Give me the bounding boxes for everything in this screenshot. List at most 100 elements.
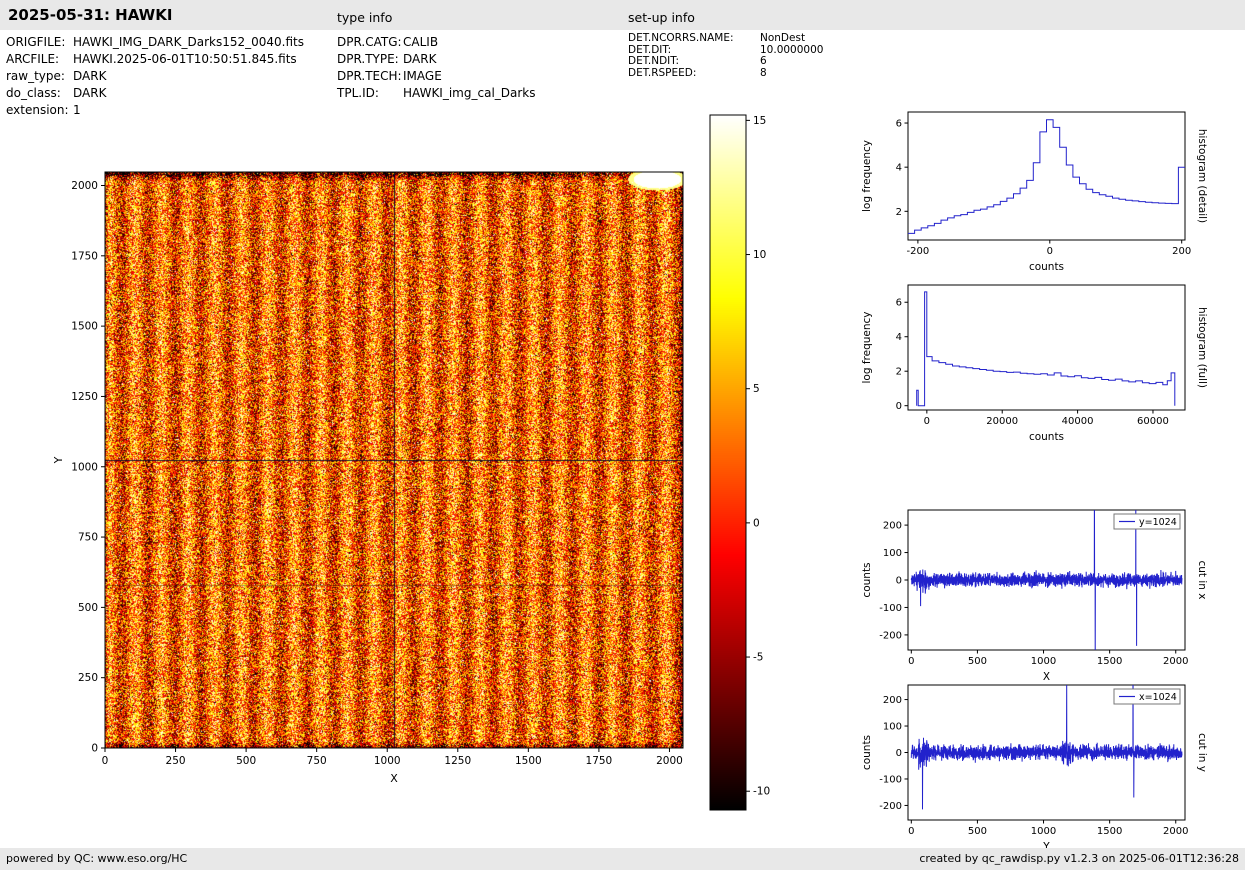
legend-label: x=1024: [1139, 692, 1177, 703]
info-label: DPR.TYPE:: [337, 52, 399, 66]
tick-label: -200: [879, 801, 902, 812]
tick-label: 1250: [71, 391, 98, 403]
tick-label: 0: [896, 401, 902, 412]
info-value: 8: [760, 66, 767, 79]
info-value: IMAGE: [403, 69, 442, 83]
tick-label: 5: [753, 383, 760, 395]
tick-label: -5: [753, 652, 763, 664]
tick-label: 2: [896, 367, 902, 378]
info-value: NonDest: [760, 32, 806, 44]
tick-label: 500: [78, 602, 98, 614]
chart-cut-in-y: 0 500 1000 1500 2000-200-1000100200Ycounts cu…: [861, 684, 1208, 853]
info-value: DARK: [403, 52, 437, 66]
info-label: ARCFILE:: [6, 52, 60, 66]
tick-label: 0: [1047, 246, 1053, 257]
tick-label: 1250: [444, 755, 471, 767]
info-row: DET.NDIT: 6: [628, 55, 823, 68]
tick-label: 20000: [986, 416, 1018, 427]
info-label: DPR.CATG:: [337, 35, 402, 49]
qc-report-page: 2025-05-31: HAWKI type info set-up info …: [0, 0, 1245, 870]
info-row: extension: 1: [6, 102, 304, 119]
info-value: 10.0000000: [760, 43, 824, 56]
tick-label: 2000: [656, 755, 683, 767]
file-info-block: ORIGFILE: HAWKI_IMG_DARK_Darks152_0040.fi…: [6, 34, 304, 119]
info-value: HAWKI_img_cal_Darks: [403, 86, 536, 100]
tick-label: 6: [896, 298, 902, 309]
tick-label: 6: [896, 119, 902, 130]
info-label: do_class:: [6, 86, 61, 100]
tick-label: 0: [908, 656, 914, 667]
chart-ylabel: counts: [861, 735, 873, 770]
tick-label: 1500: [1097, 826, 1122, 837]
legend-label: y=1024: [1139, 517, 1177, 528]
tick-label: -100: [879, 603, 902, 614]
tick-label: 0: [896, 748, 902, 759]
chart-side-label: cut in x: [1196, 560, 1208, 599]
tick-label: 60000: [1137, 416, 1169, 427]
info-row: ARCFILE: HAWKI.2025-06-01T10:50:51.845.fi…: [6, 51, 304, 68]
main-xlabel: X: [390, 772, 398, 785]
chart-histogram-full: 0 20000 40000 60000 0 2 4 6 counts log frequency h…: [861, 284, 1208, 443]
info-label: DPR.TECH:: [337, 69, 402, 83]
tick-label: 40000: [1062, 416, 1094, 427]
info-value: DARK: [73, 69, 107, 83]
colorbar-frame: [709, 114, 747, 811]
chart-xlabel: counts: [1029, 261, 1064, 273]
info-row: do_class: DARK: [6, 85, 304, 102]
chart-histogram-detail: -200 0 200 2 4 6 counts log frequency histogram …: [861, 111, 1208, 273]
colorbar-axis: 15 10 5 0 -5 -10: [709, 114, 770, 811]
footer-bar: powered by QC: www.eso.org/HC created by…: [0, 848, 1245, 870]
info-value: HAWKI.2025-06-01T10:50:51.845.fits: [73, 52, 297, 66]
type-info-block: DPR.CATG: CALIB DPR.TYPE: DARK DPR.TECH: IMAG…: [337, 34, 536, 102]
info-row: DPR.TYPE: DARK: [337, 51, 536, 68]
chart-side-label: histogram (detail): [1196, 129, 1208, 223]
tick-label: 1750: [71, 250, 98, 262]
info-value: CALIB: [403, 35, 439, 49]
tick-label: 200: [883, 695, 902, 706]
tick-label: 1500: [1097, 656, 1122, 667]
tick-label: 200: [883, 521, 902, 532]
chart-side-label: cut in y: [1196, 733, 1208, 772]
main-ylabel: Y: [52, 456, 65, 464]
tick-label: 500: [236, 755, 256, 767]
chart-ylabel: counts: [861, 562, 873, 597]
plot-frame: [907, 284, 1186, 411]
tick-label: 250: [78, 672, 98, 684]
info-value: DARK: [73, 86, 107, 100]
tick-label: 0: [102, 755, 109, 767]
info-label: raw_type:: [6, 69, 65, 83]
info-label: DET.NDIT:: [628, 55, 680, 67]
info-label: TPL.ID:: [337, 86, 379, 100]
footer-credit-left: powered by QC: www.eso.org/HC: [6, 852, 188, 865]
tick-label: 15: [753, 115, 766, 127]
chart-xlabel: counts: [1029, 431, 1064, 443]
info-value: 1: [73, 103, 81, 117]
chart-ylabel: log frequency: [861, 140, 873, 212]
tick-label: 250: [166, 755, 186, 767]
info-row: ORIGFILE: HAWKI_IMG_DARK_Darks152_0040.fi…: [6, 34, 304, 51]
info-row: DPR.TECH: IMAGE: [337, 68, 536, 85]
tick-label: 1000: [374, 755, 401, 767]
info-row: DET.RSPEED: 8: [628, 66, 823, 80]
info-label: extension:: [6, 103, 69, 117]
chart-cut-in-x: 0 500 1000 1500 2000-200-1000100200Xcounts cu…: [861, 509, 1208, 683]
footer-credit-right: created by qc_rawdisp.py v1.2.3 on 2025-…: [919, 852, 1239, 865]
info-label: DET.NCORRS.NAME:: [628, 32, 734, 44]
tick-label: 750: [307, 755, 327, 767]
header-bar: 2025-05-31: HAWKI type info set-up info: [0, 0, 1245, 30]
tick-label: 4: [896, 163, 902, 174]
tick-label: 0: [908, 826, 914, 837]
info-row: raw_type: DARK: [6, 68, 304, 85]
tick-label: 1000: [1031, 826, 1056, 837]
tick-label: 2: [896, 207, 902, 218]
tick-label: -10: [753, 786, 770, 798]
tick-label: -200: [879, 630, 902, 641]
tick-label: 10: [753, 249, 766, 261]
tick-label: 100: [883, 722, 902, 733]
info-row: DPR.CATG: CALIB: [337, 34, 536, 51]
tick-label: 2000: [1163, 656, 1188, 667]
tick-label: 2000: [71, 180, 98, 192]
setup-info-block: DET.NCORRS.NAME: NonDest DET.DIT: 10.000000…: [628, 32, 824, 80]
info-row: TPL.ID: HAWKI_img_cal_Darks: [337, 85, 536, 102]
tick-label: 750: [78, 532, 98, 544]
